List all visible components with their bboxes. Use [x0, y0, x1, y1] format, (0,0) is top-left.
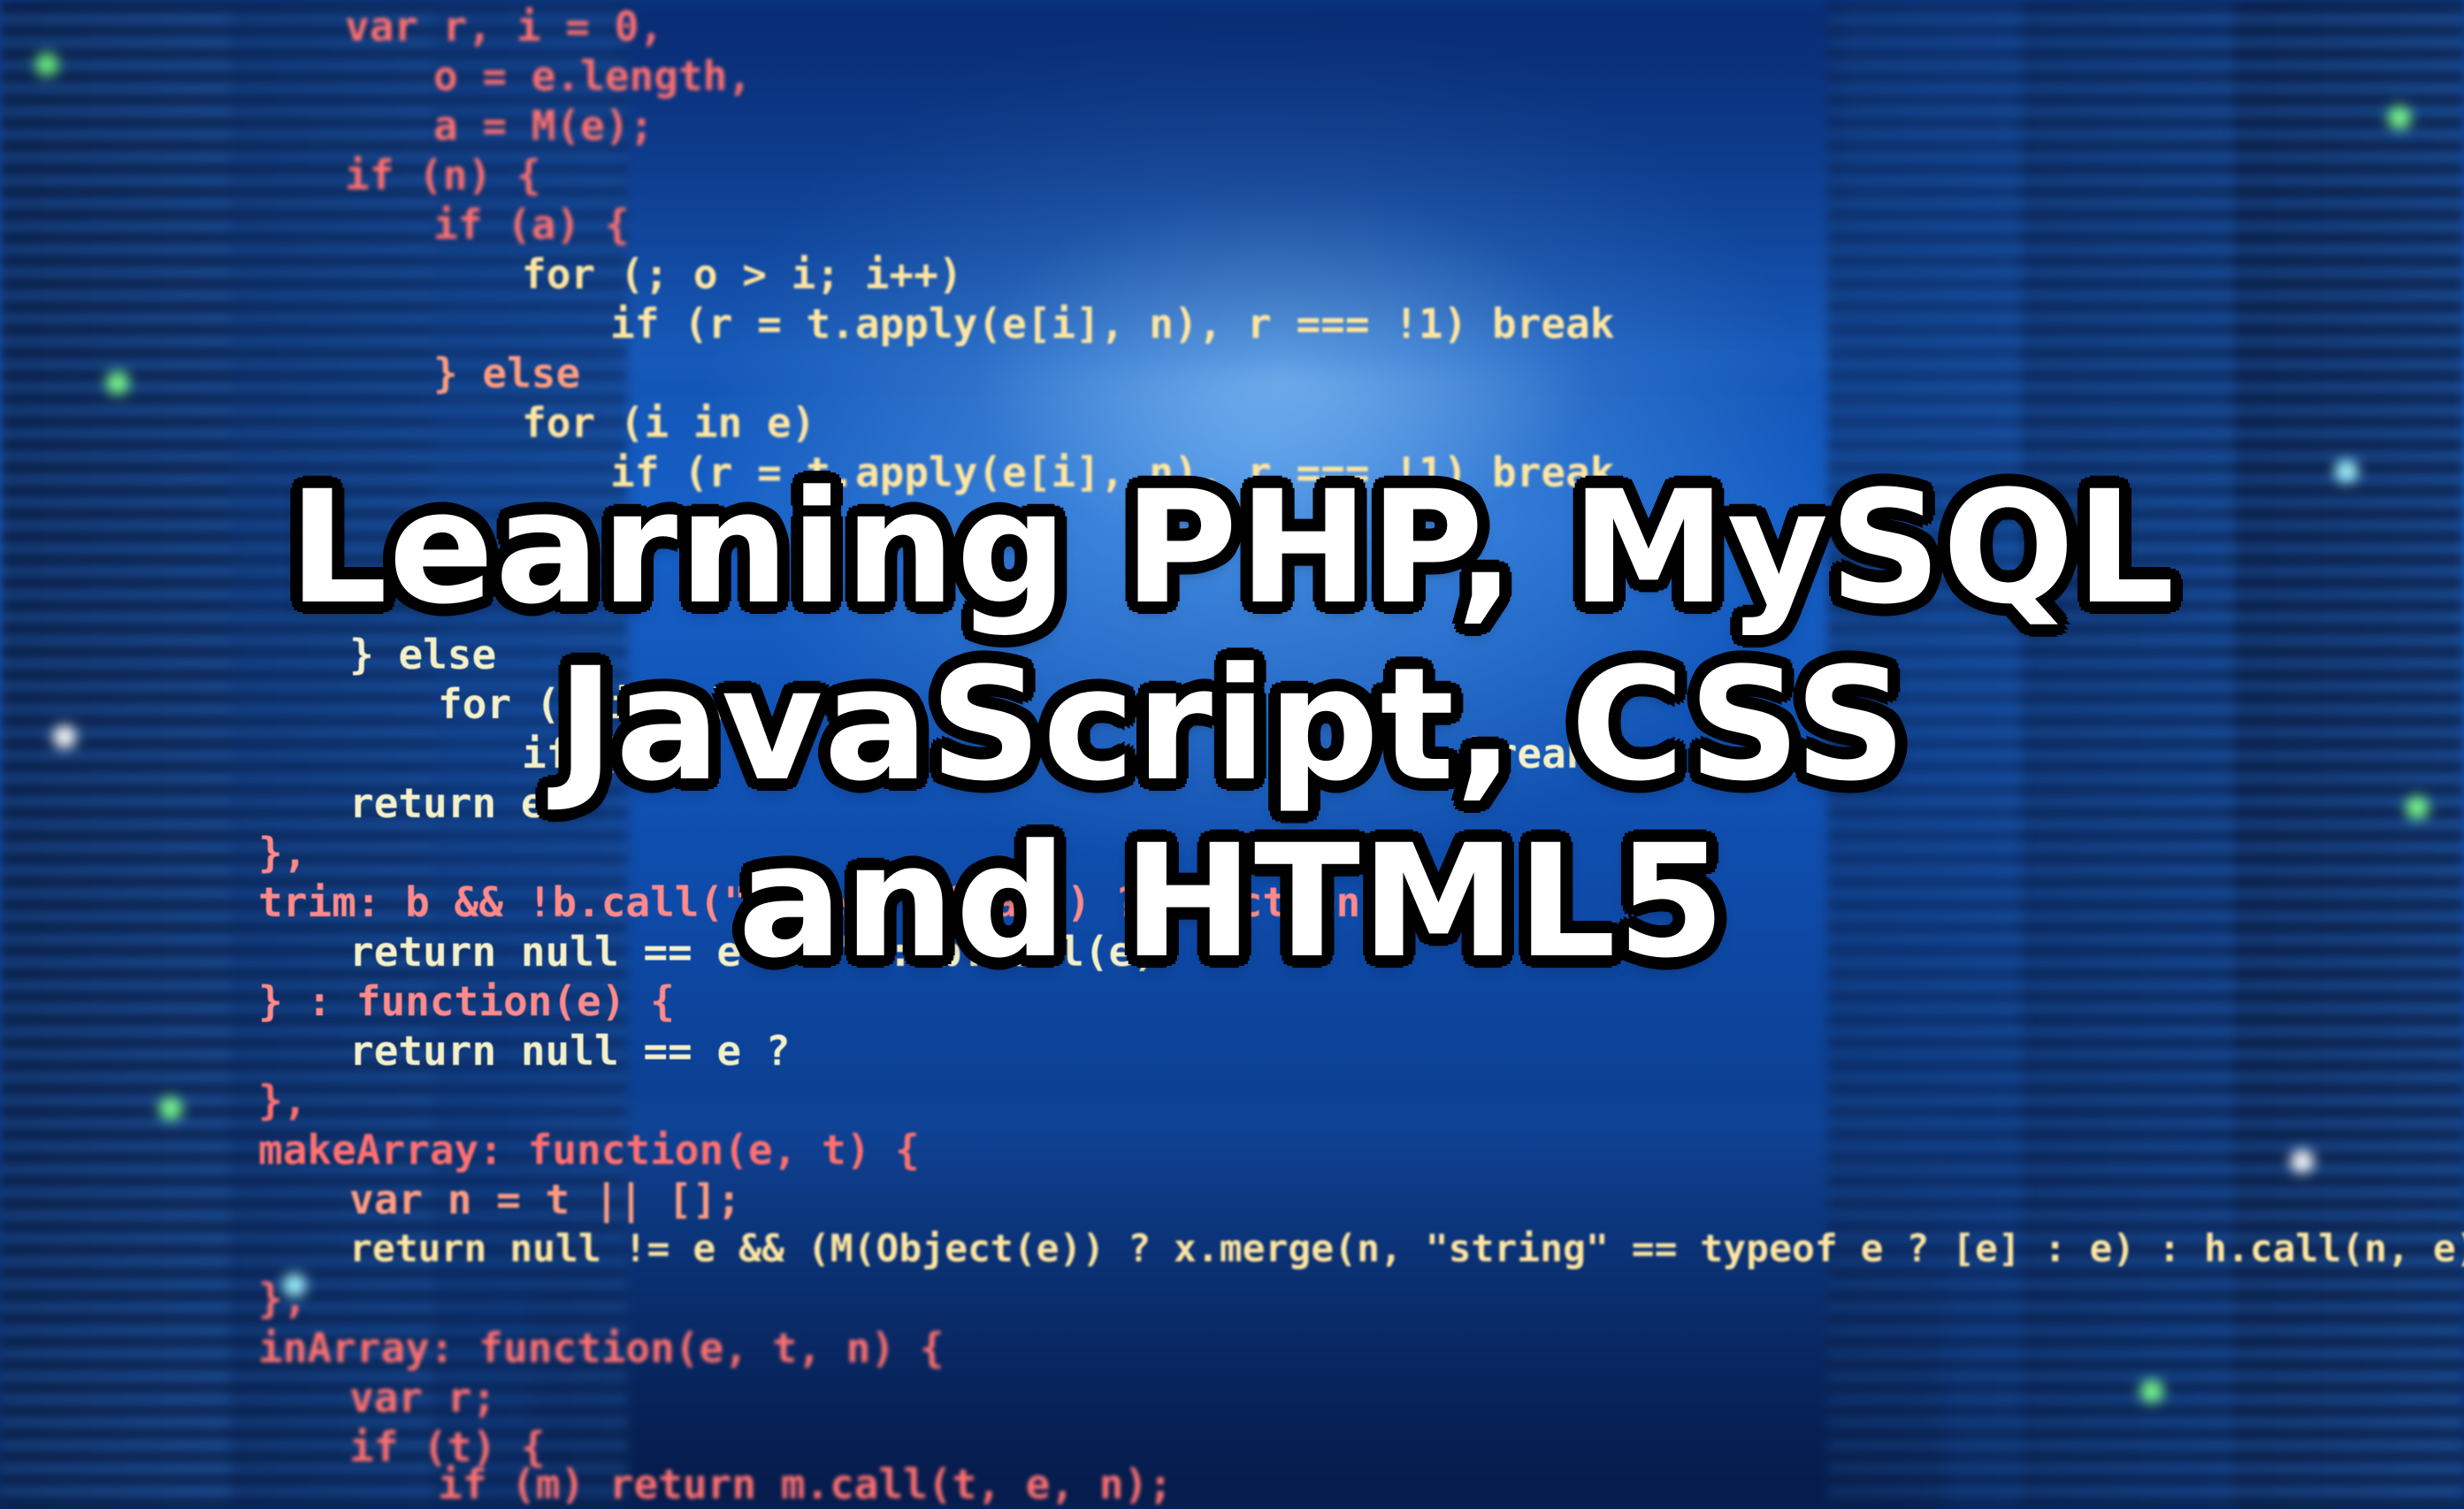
code-line: if (r = t.apply(e[i], n), r === !1) brea…	[610, 300, 1615, 348]
code-line: a = M(e);	[433, 102, 654, 149]
code-line: if (a) {	[433, 201, 630, 249]
code-line: inArray: function(e, t, n) {	[258, 1324, 945, 1372]
code-line: for (i in e)	[522, 399, 816, 447]
code-line: o = e.length,	[433, 52, 753, 100]
code-line: var r;	[349, 1374, 497, 1421]
code-line: },	[258, 1275, 308, 1322]
book-title: Learning PHP, MySQL JavaScript, CSS and …	[0, 460, 2464, 991]
code-line: var n = t || [];	[349, 1176, 742, 1223]
title-line-3: and HTML5	[738, 811, 1726, 992]
background-scene: var r, i = 0, o = e.length, a = M(e); if…	[0, 0, 2464, 1509]
code-line: },	[258, 1076, 308, 1124]
code-line: makeArray: function(e, t) {	[258, 1126, 920, 1174]
code-line: for (; o > i; i++)	[522, 250, 963, 298]
code-line: } else	[433, 349, 581, 397]
code-line: if (n) {	[345, 151, 541, 199]
code-line: return null == e ?	[349, 1027, 791, 1075]
code-line: var r, i = 0,	[345, 3, 664, 50]
code-line: return null != e && (M(Object(e)) ? x.me…	[349, 1227, 2464, 1271]
title-line-1: Learning PHP, MySQL	[288, 457, 2176, 639]
title-line-2: JavaScript, CSS	[556, 634, 1908, 816]
code-line: if (m) return m.call(t, e, n);	[438, 1460, 1173, 1508]
